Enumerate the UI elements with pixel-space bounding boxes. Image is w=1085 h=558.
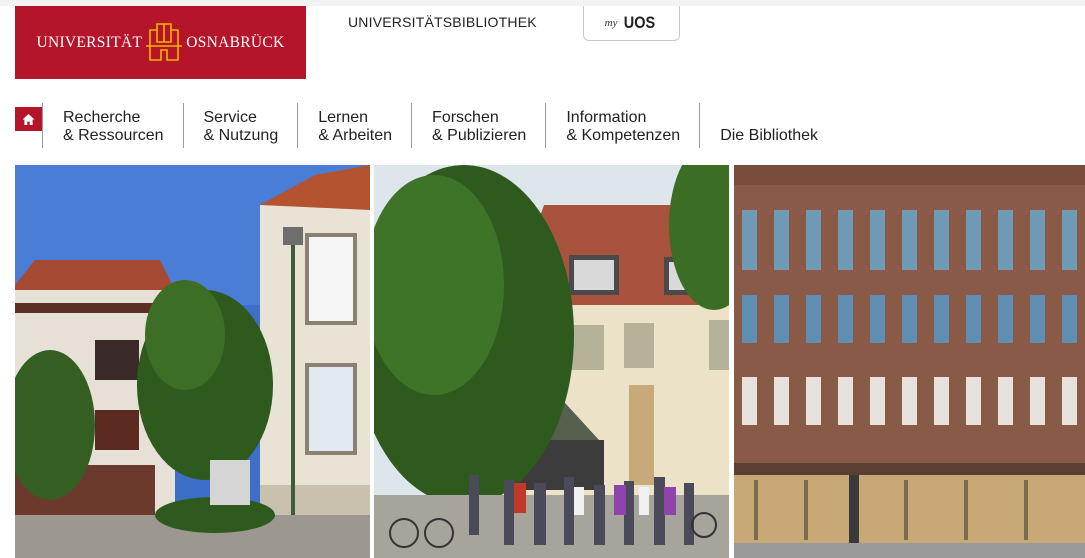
library-title: UNIVERSITÄTSBIBLIOTHEK <box>348 14 537 30</box>
home-button[interactable] <box>15 107 42 131</box>
nav-item-forschen[interactable]: Forschen & Publizieren <box>411 103 545 148</box>
nav-item-recherche[interactable]: Recherche & Ressourcen <box>42 103 183 148</box>
nav-item-service[interactable]: Service & Nutzung <box>182 103 298 148</box>
nav-label-line1: Lernen <box>318 109 369 126</box>
myuos-button[interactable]: my UOS <box>583 6 680 41</box>
nav-label-line1: Recherche <box>63 109 141 126</box>
library-building-photo <box>15 165 370 558</box>
nav-item-lernen[interactable]: Lernen & Arbeiten <box>297 103 411 148</box>
nav-item-die-bibliothek[interactable]: Die Bibliothek <box>699 103 837 148</box>
nav-label-line2: & Kompetenzen <box>566 127 681 144</box>
nav-label-line1: Forschen <box>432 109 499 126</box>
logo-text-osnabrueck: OSNABRÜCK <box>186 33 285 51</box>
myuos-label: UOS <box>624 13 656 32</box>
nav-label-line2: & Arbeiten <box>318 127 393 144</box>
main-navigation: Recherche & Ressourcen Service & Nutzung… <box>42 103 837 148</box>
nav-label-line2: & Ressourcen <box>63 127 164 144</box>
logo-text-universitaet: UNIVERSITÄT <box>36 33 143 51</box>
nav-label-line2: & Nutzung <box>203 127 279 144</box>
university-logo[interactable]: UNIVERSITÄT OSNABRÜCK <box>15 6 306 79</box>
photo-banner <box>15 165 1085 558</box>
brick-facade-building-photo <box>734 165 1085 558</box>
nav-label-line1: Information <box>566 109 647 126</box>
nav-label-line2: & Publizieren <box>432 127 527 144</box>
myuos-prefix: my <box>604 17 618 29</box>
nav-label-line1: Service <box>203 109 257 126</box>
university-emblem-icon <box>146 22 183 61</box>
home-icon <box>22 113 35 125</box>
library-entrance-students-photo <box>374 165 729 558</box>
nav-item-information[interactable]: Information & Kompetenzen <box>545 103 699 148</box>
nav-label-line1: Die Bibliothek <box>720 127 819 144</box>
